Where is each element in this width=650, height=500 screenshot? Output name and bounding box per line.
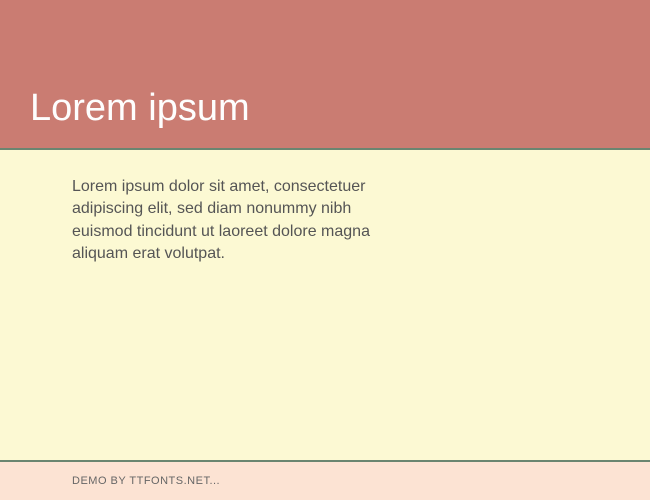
content-area: Lorem ipsum dolor sit amet, consectetuer…	[0, 150, 650, 460]
footer-text: DEMO BY TTFONTS.NET...	[72, 475, 220, 487]
footer: DEMO BY TTFONTS.NET...	[0, 462, 650, 500]
body-text: Lorem ipsum dolor sit amet, consectetuer…	[72, 176, 402, 266]
page-title: Lorem ipsum	[30, 87, 250, 130]
header: Lorem ipsum	[0, 0, 650, 148]
